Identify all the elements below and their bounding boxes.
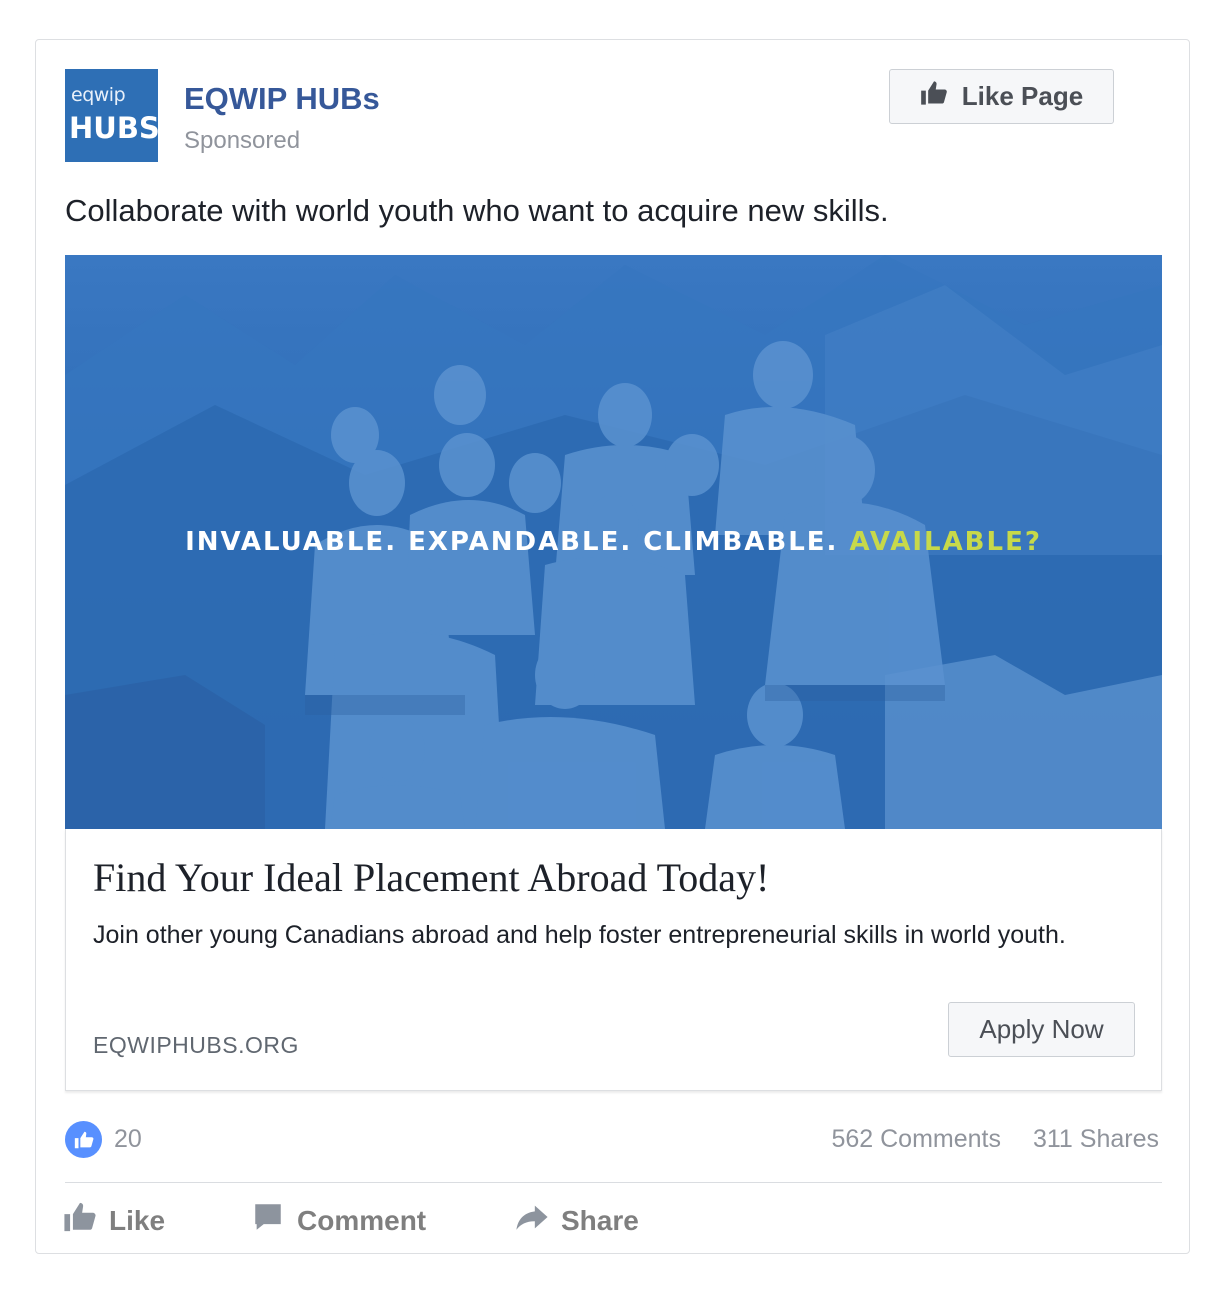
reaction-count: 20 [114,1125,142,1153]
action-divider [65,1182,1162,1183]
like-page-button[interactable]: Like Page [889,69,1114,124]
logo-line-2: HUBS [69,111,158,145]
like-page-label: Like Page [961,81,1084,111]
thumbs-up-icon [63,1200,97,1241]
comment-icon [251,1200,285,1241]
like-button[interactable]: Like [63,1200,251,1241]
share-button[interactable]: Share [515,1200,715,1241]
link-description: Join other young Canadians abroad and he… [93,921,1066,949]
comment-button[interactable]: Comment [251,1200,515,1241]
shares-count[interactable]: 311 Shares [1033,1125,1159,1154]
like-label: Like [109,1204,166,1236]
apply-now-button[interactable]: Apply Now [948,1002,1135,1057]
post-action-bar: Like Comment Share [63,1200,715,1241]
share-arrow-icon [515,1200,549,1241]
post-caption: Collaborate with world youth who want to… [65,193,889,228]
engagement-counts: 562 Comments 311 Shares [831,1125,1159,1154]
overlay-text: INVALUABLE. EXPANDABLE. CLIMBABLE. [185,527,839,557]
ad-image[interactable]: INVALUABLE. EXPANDABLE. CLIMBABLE. AVAIL… [65,255,1162,829]
link-title[interactable]: Find Your Ideal Placement Abroad Today! [93,854,769,901]
share-label: Share [561,1204,639,1236]
reaction-summary[interactable]: 20 [65,1121,142,1158]
sponsored-post-card: eqwip HUBS EQWIP HUBs Sponsored Like Pag… [35,39,1190,1254]
thumbs-up-icon [920,79,948,114]
like-reaction-icon [65,1121,102,1158]
logo-line-1: eqwip [71,84,126,106]
page-name-link[interactable]: EQWIP HUBs [184,81,380,117]
link-preview[interactable]: Find Your Ideal Placement Abroad Today! … [65,829,1162,1091]
sponsored-label[interactable]: Sponsored [184,127,300,155]
comments-count[interactable]: 562 Comments [831,1125,1001,1154]
link-domain: EQWIPHUBS.ORG [93,1032,299,1058]
page-logo-avatar[interactable]: eqwip HUBS [65,69,158,162]
comment-label: Comment [297,1204,427,1236]
image-overlay-headline: INVALUABLE. EXPANDABLE. CLIMBABLE. AVAIL… [65,527,1162,557]
overlay-accent-text: AVAILABLE? [849,527,1042,557]
